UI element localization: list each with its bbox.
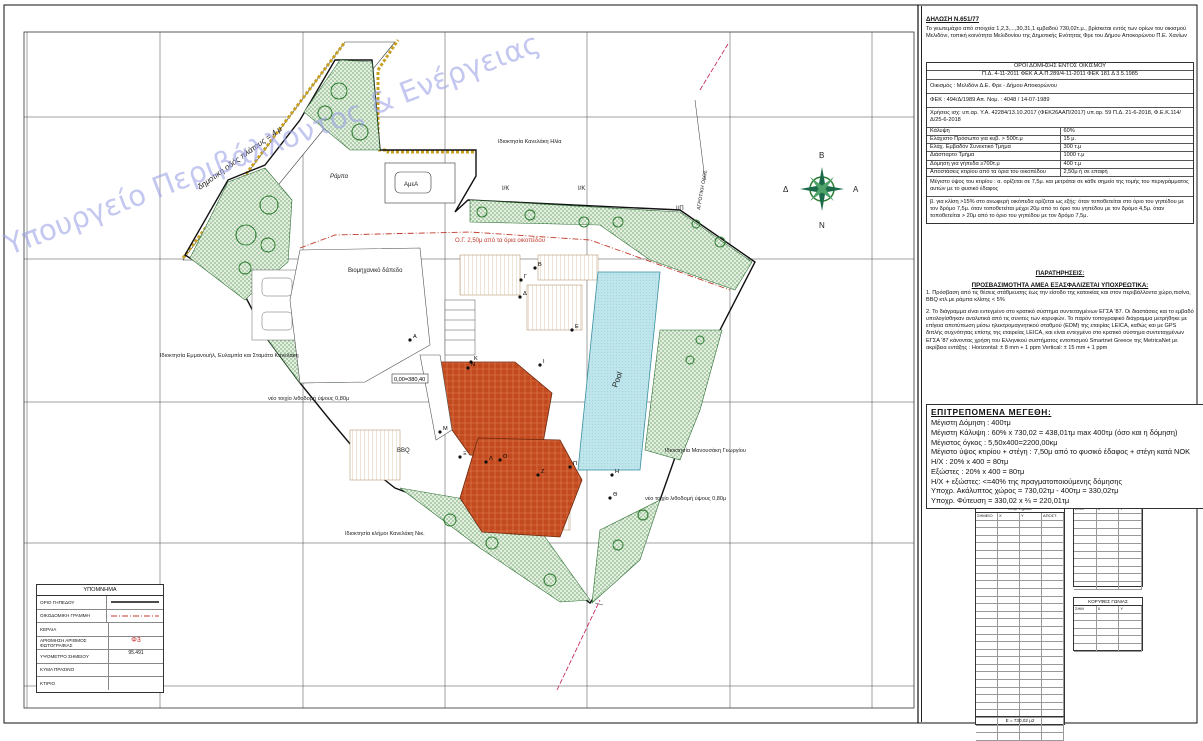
roof-lower	[459, 437, 583, 538]
car-label: ΑμεΑ	[404, 182, 418, 188]
ik1-label: Ι/Κ	[502, 186, 509, 192]
owner-bottom-label: Ιδιοκτησία κλήμοι Κανελάκη Νικ.	[345, 530, 425, 537]
settlement: Οικισμός : Μελιδόνι Δ.Ε. Φρε - Δήμου Απο…	[930, 82, 1057, 89]
wall-right-label: νέο τοιχίο λιθοδομή ύψους 0,80μ	[645, 495, 726, 502]
corner-point-label: Ξ	[463, 451, 467, 457]
corner-point-label: Ζ	[541, 469, 545, 475]
corner-point-label: Λ	[489, 456, 493, 462]
table-row	[976, 725, 1064, 734]
level-symbol: 95.491	[108, 650, 163, 663]
corner-point	[438, 430, 442, 434]
legend-item: ΚΤΙΡΙΟ	[37, 677, 163, 690]
corner-point	[538, 363, 542, 367]
compass-e: Α	[853, 185, 859, 194]
corner-point-label: Β	[538, 262, 542, 268]
owner-left-label: Ιδιοκτησία Εμμανουήλ, Ευλαμπία και Σταμά…	[160, 352, 299, 359]
table-row	[976, 733, 1064, 741]
compass-w: Δ	[783, 185, 789, 194]
rural-road-south	[556, 599, 601, 691]
corner-point-label: Γ	[524, 274, 527, 280]
compass-icon	[800, 167, 844, 211]
wall-left-label: νέο τοιχίο λιθοδομή ύψους 0,80μ	[268, 395, 349, 402]
corner-point-label: Ν	[471, 362, 475, 368]
corner-point	[536, 473, 540, 477]
corner-point-label: Ι	[543, 359, 545, 365]
legend-title: ΥΠΟΜΝΗΜΑ	[37, 585, 163, 596]
legend-item: ΚΕΡΑΙΑ	[37, 623, 163, 637]
ik2-label: Ι/Κ	[578, 186, 585, 192]
legend-item: ΟΡΙΟ ΓΗΠΕΔΟΥ	[37, 596, 163, 610]
corner-point-label: Α	[413, 334, 417, 340]
legend-item: ΚΥΜΑ ΠΡΑΣΙΝΟ	[37, 663, 163, 677]
corner-point	[484, 460, 488, 464]
corner-point-label: Η	[615, 469, 619, 475]
owner-right-label: Ιδιοκτησία Μανουσάκη Γεωργίου	[665, 447, 746, 454]
corner-point	[498, 458, 502, 462]
legend-item: ΟΙΚΟΔΟΜΙΚΗ ΓΡΑΜΜΗ	[37, 609, 163, 623]
permitted-sizes: ΕΠΙΤΡΕΠΟΜΕΝΑ ΜΕΓΕΘΗ: Μέγιστη Δόμηση : 40…	[926, 404, 1203, 509]
ik3-label: Ι/Π	[676, 206, 684, 212]
photo-symbol: Φ3	[108, 636, 163, 649]
corner-point-label: Π	[573, 461, 577, 467]
access-text: 1. Πρόσβαση από τις θέσεις στάθμευσης έω…	[926, 290, 1191, 304]
declaration-text: Το γεωτεμάχιο από στοιχεία 1,2,3,...,30,…	[926, 26, 1187, 40]
compass-n: Β	[819, 151, 824, 160]
stairs	[444, 299, 476, 356]
info-panel: ΔΗΛΩΣΗ Ν.651/77 Το γεωτεμάχιο από στοιχε…	[921, 6, 1203, 722]
legend: ΥΠΟΜΝΗΜΑ ΟΡΙΟ ΓΗΠΕΔΟΥ ΟΙΚΟΔΟΜΙΚΗ ΓΡΑΜΜΗ …	[36, 584, 164, 693]
corner-point-label: Δ	[523, 291, 527, 297]
corner-point	[466, 366, 470, 370]
building-terms-table: ΟΡΟΙ ΔΟΜΗΣΗΣ ΕΝΤΟΣ ΟΙΚΙΣΜΟΥ Π.Δ. 4-11-20…	[926, 62, 1194, 224]
terms-title: ΟΡΟΙ ΔΟΜΗΣΗΣ ΕΝΤΟΣ ΟΙΚΙΣΜΟΥ	[1013, 63, 1107, 69]
remarks-title: ΠΑΡΑΤΗΡΗΣΕΙΣ:	[1035, 270, 1085, 277]
survey-text: 2. Το διάγραμμα είναι εντεγμένο στο κρατ…	[926, 308, 1194, 351]
level-label: 0,00=380,40	[394, 377, 425, 383]
corner-point	[570, 328, 574, 332]
legend-item: ΥΨΟΜΕΤΡΟ ΣΗΜΕΙΟΥ 95.491	[37, 650, 163, 664]
road-right-label: ΑΓΡΟΤΙΚΗ ΟΔΟΣ	[696, 170, 709, 211]
setback-label: Ο.Γ. 2,50μ από τα όρια οικοπέδου	[455, 237, 545, 244]
legend-item: ΑΡΙΘΜΗΣΗ ΑΡΙΘΜΟΣ ΦΩΤΟΓΡΑΦΙΑΣ Φ3	[37, 636, 163, 650]
compass-s: Ν	[819, 221, 825, 230]
corner-point	[458, 455, 462, 459]
corner-point-label: Θ	[613, 492, 618, 498]
access-title: ΠΡΟΣΒΑΣΙΜΟΤΗΤΑ ΑΜΕΑ ΕΞΑΣΦΑΛΙΖΕΤΑΙ ΥΠΟΧΡΕ…	[971, 282, 1149, 290]
corner-point-label: Ο	[503, 454, 508, 460]
corner-point	[608, 496, 612, 500]
owner-top-label: Ιδιοκτησία Κανελάκη Ηλία	[498, 138, 562, 145]
ramp-label: Ράμπα	[330, 174, 349, 180]
permitted-title: ΕΠΙΤΡΕΠΟΜΕΝΑ ΜΕΓΕΘΗ:	[931, 407, 1052, 417]
rural-road	[699, 43, 729, 91]
corner-point	[518, 295, 522, 299]
declaration-title: ΔΗΛΩΣΗ Ν.651/77	[926, 16, 980, 23]
corner-point	[610, 473, 614, 477]
corner-point	[519, 278, 523, 282]
paved-label: Βιομηχανικό δάπεδο	[348, 267, 403, 274]
corner-point-label: Μ	[443, 426, 448, 432]
corner-point	[408, 338, 412, 342]
corner-point	[568, 465, 572, 469]
corner-point	[533, 266, 537, 270]
corner-point-label: Ε	[575, 324, 579, 330]
bbq-label: BBQ	[397, 448, 410, 454]
